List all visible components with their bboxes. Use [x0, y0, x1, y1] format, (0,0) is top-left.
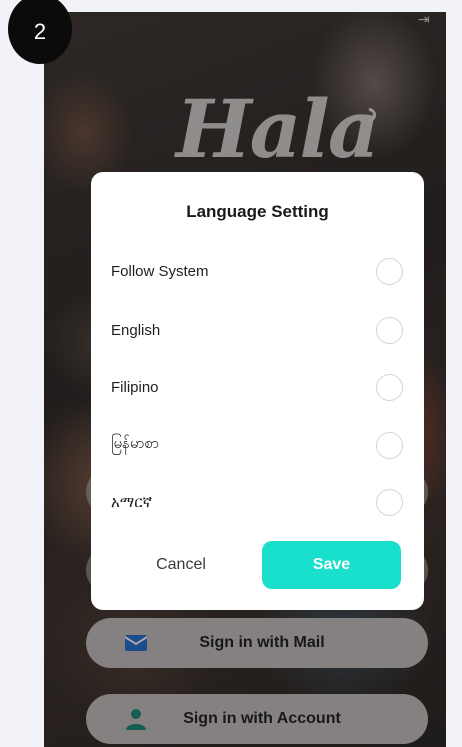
language-option-label: Follow System [111, 262, 209, 280]
radio-button[interactable] [376, 316, 403, 344]
language-option-label: မြန်မာစာ [111, 435, 160, 452]
radio-button[interactable] [376, 488, 403, 516]
radio-button[interactable] [376, 431, 403, 459]
language-option-english[interactable]: English [111, 315, 403, 345]
language-option-label: አማርኛ [111, 493, 153, 511]
step-number: 2 [33, 19, 47, 44]
language-option-amharic[interactable]: አማርኛ [111, 487, 403, 517]
language-option-burmese[interactable]: မြန်မာစာ [111, 430, 403, 460]
language-option-label: Filipino [111, 378, 159, 396]
language-option-label: English [111, 321, 161, 339]
radio-button[interactable] [376, 373, 403, 401]
language-option-filipino[interactable]: Filipino [111, 372, 403, 402]
cancel-button[interactable]: Cancel [111, 542, 251, 588]
dialog-title: Language Setting [186, 202, 329, 221]
radio-button[interactable] [376, 257, 403, 285]
language-option-follow-system[interactable]: Follow System [111, 256, 403, 286]
save-button[interactable]: Save [262, 541, 401, 589]
language-setting-dialog: Language Setting Follow System English F… [91, 172, 424, 610]
